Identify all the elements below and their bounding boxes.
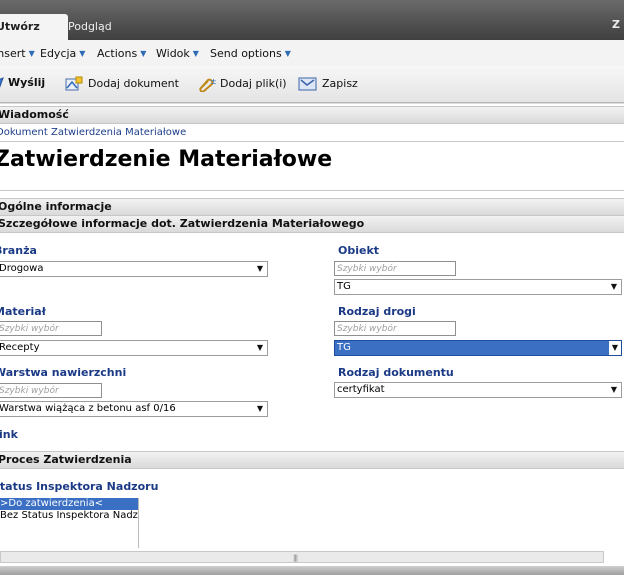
toolbar: Wyślij Dodaj dokument ± Dodaj plik(i) Zap…	[0, 66, 624, 103]
send-icon	[0, 77, 4, 88]
menu-bar: Insert▼ Edycja▼ Actions▼ Widok▼ Send opt…	[0, 40, 624, 67]
save-button[interactable]: Zapisz	[298, 76, 358, 92]
material-quick-select-input[interactable]: Szybki wybór	[0, 321, 102, 336]
list-option[interactable]: >Do zatwierdzenia<	[0, 498, 138, 510]
tab-preview-label: Podgląd	[68, 20, 112, 33]
add-files-button[interactable]: ± Dodaj plik(i)	[196, 76, 287, 93]
page-title: Zatwierdzenie Materiałowe	[0, 147, 333, 172]
rodzaj-drogi-value: TG	[337, 342, 351, 353]
general-section-header: Ogólne informacje	[0, 198, 624, 216]
status-inspector-listbox[interactable]: >Do zatwierdzenia< Bez Status Inspektora…	[0, 498, 139, 548]
ribbon-tab-bar: Utwórz Podgląd Z	[0, 0, 624, 40]
horizontal-scrollbar[interactable]: |||	[0, 551, 604, 563]
send-button[interactable]: Wyślij	[0, 76, 45, 90]
dropdown-arrow-icon: ▼	[608, 341, 621, 355]
topbar-right-text: Z	[612, 18, 620, 31]
save-label: Zapisz	[322, 77, 358, 90]
dropdown-arrow-icon: ▼	[256, 264, 263, 273]
rodzaj-dokumentu-select[interactable]: certyfikat ▼	[334, 382, 622, 398]
status-inspector-label: Status Inspektora Nadzoru	[0, 480, 159, 493]
svg-text:±: ±	[210, 77, 216, 86]
menu-send-options[interactable]: Send options ▼	[210, 47, 291, 60]
add-document-button[interactable]: Dodaj dokument	[64, 76, 179, 92]
menu-view-label: Widok	[156, 47, 190, 60]
chevron-down-icon: ▼	[284, 49, 291, 58]
menu-insert[interactable]: Insert▼	[0, 47, 35, 60]
obiekt-select[interactable]: TG ▼	[334, 279, 622, 295]
menu-send-options-label: Send options	[210, 47, 282, 60]
menu-insert-label: Insert	[0, 47, 26, 60]
dropdown-arrow-icon: ▼	[256, 343, 263, 352]
dropdown-arrow-icon: ▼	[256, 404, 263, 413]
tab-preview[interactable]: Podgląd	[60, 14, 120, 40]
tab-create-label: Utwórz	[0, 20, 40, 33]
scrollbar-grip-icon: |||	[293, 554, 298, 562]
material-label: Materiał	[0, 305, 46, 318]
process-section-header: Proces Zatwierdzenia	[0, 451, 624, 469]
paperclip-icon: ±	[199, 77, 217, 93]
dropdown-arrow-icon: ▼	[610, 282, 617, 291]
send-button-label: Wyślij	[8, 76, 46, 89]
warstwa-quick-select-input[interactable]: Szybki wybór	[0, 383, 102, 398]
menu-edit[interactable]: Edycja ▼	[40, 47, 85, 60]
chevron-down-icon: ▼	[28, 49, 35, 58]
dropdown-arrow-icon: ▼	[610, 385, 617, 394]
menu-edit-label: Edycja	[40, 47, 77, 60]
bottom-status-bar	[0, 566, 624, 575]
link-label[interactable]: Link	[0, 428, 18, 441]
rodzaj-drogi-label: Rodzaj drogi	[338, 305, 416, 318]
rodzaj-dokumentu-value: certyfikat	[337, 384, 385, 395]
add-files-label: Dodaj plik(i)	[220, 77, 287, 90]
divider	[0, 190, 624, 191]
save-icon	[298, 77, 317, 91]
obiekt-quick-select-input[interactable]: Szybki wybór	[334, 261, 456, 276]
warstwa-value: Warstwa wiążąca z betonu asf 0/16	[0, 403, 176, 414]
menu-view[interactable]: Widok ▼	[156, 47, 199, 60]
branza-value: Drogowa	[0, 263, 44, 274]
chevron-down-icon: ▼	[79, 49, 86, 58]
rodzaj-drogi-quick-select-input[interactable]: Szybki wybór	[334, 321, 456, 336]
tab-create[interactable]: Utwórz	[0, 14, 68, 40]
add-document-label: Dodaj dokument	[88, 77, 179, 90]
document-type-line: Dokument Zatwierdzenia Materiałowe	[0, 127, 187, 138]
form-content: Wiadomość Dokument Zatwierdzenia Materia…	[0, 104, 624, 566]
chevron-down-icon: ▼	[140, 49, 147, 58]
add-document-icon	[65, 76, 83, 91]
chevron-down-icon: ▼	[192, 49, 199, 58]
divider	[0, 141, 624, 142]
detail-section-header: Szczegółowe informacje dot. Zatwierdzeni…	[0, 215, 624, 233]
branza-select[interactable]: Drogowa ▼	[0, 261, 268, 277]
warstwa-select[interactable]: Warstwa wiążąca z betonu asf 0/16 ▼	[0, 401, 268, 417]
warstwa-label: Warstwa nawierzchni	[0, 366, 127, 379]
rodzaj-dokumentu-label: Rodzaj dokumentu	[338, 366, 454, 379]
material-select[interactable]: Recepty ▼	[0, 340, 268, 356]
branza-label: Branża	[0, 244, 37, 257]
rodzaj-drogi-select[interactable]: TG ▼	[334, 340, 622, 356]
list-option[interactable]: Bez Status Inspektora Nadzoru	[0, 510, 138, 522]
obiekt-value: TG	[337, 281, 351, 292]
material-value: Recepty	[0, 342, 40, 353]
menu-actions[interactable]: Actions ▼	[97, 47, 146, 60]
menu-actions-label: Actions	[97, 47, 138, 60]
obiekt-label: Obiekt	[338, 244, 380, 257]
message-section-header: Wiadomość	[0, 106, 624, 124]
